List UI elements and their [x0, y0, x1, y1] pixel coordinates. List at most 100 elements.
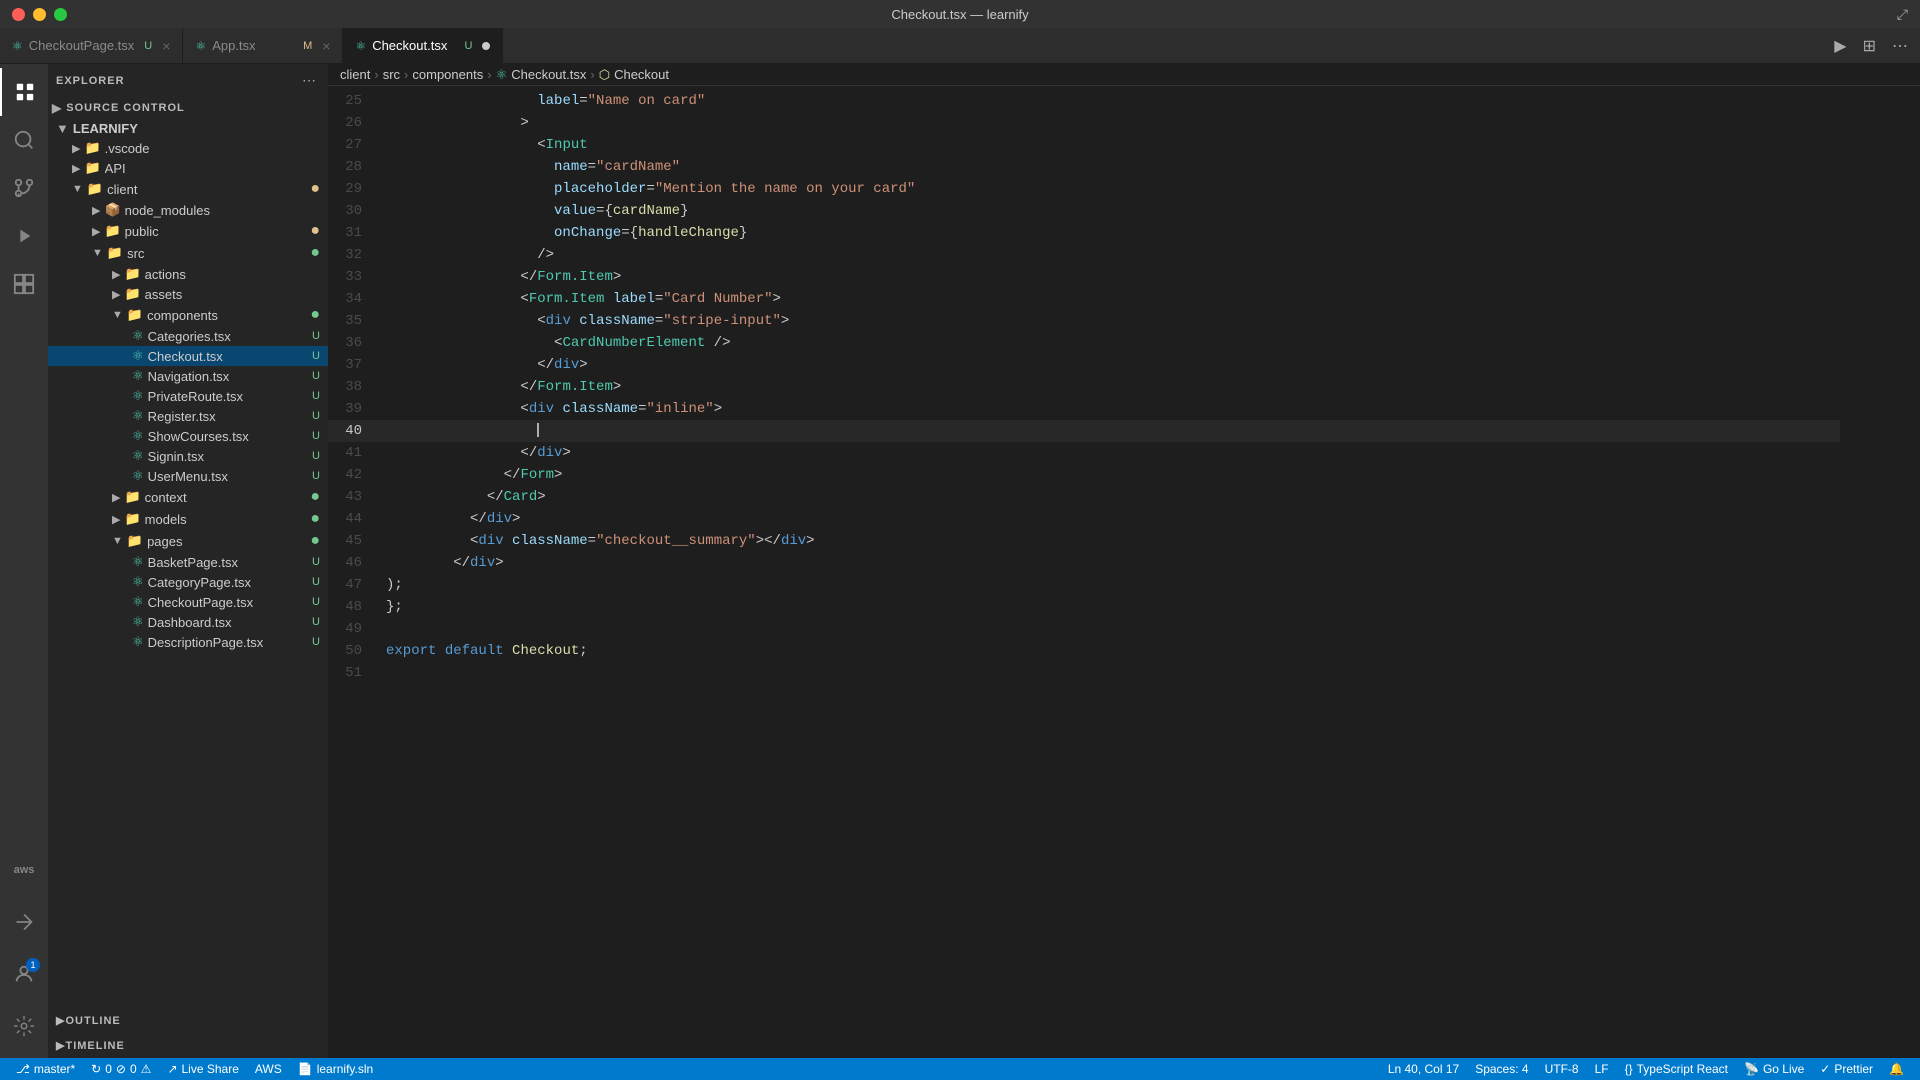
close-button[interactable] [12, 8, 25, 21]
status-notifications[interactable]: 🔔 [1881, 1058, 1912, 1080]
item-label: assets [145, 287, 328, 302]
account-badge: 1 [26, 958, 40, 972]
tree-item-api[interactable]: ▶ 📁 API [48, 158, 328, 178]
modified-dot: ● [310, 222, 328, 240]
activity-account[interactable]: 1 [0, 950, 48, 998]
warnings-count: 0 [130, 1062, 137, 1076]
tree-item-client[interactable]: ▼ 📁 client ● [48, 178, 328, 200]
window-title: Checkout.tsx — learnify [891, 7, 1028, 22]
tree-item-components[interactable]: ▼ 📁 components ● [48, 304, 328, 326]
activity-source-control[interactable] [0, 164, 48, 212]
item-label: Signin.tsx [148, 449, 312, 464]
breadcrumb-part-filename[interactable]: Checkout.tsx [511, 67, 586, 82]
status-prettier[interactable]: ✓ Prettier [1812, 1058, 1881, 1080]
tree-item-context[interactable]: ▶ 📁 context ● [48, 486, 328, 508]
split-editor-button[interactable]: ⊞ [1863, 36, 1876, 56]
status-language[interactable]: {} TypeScript React [1617, 1058, 1736, 1080]
modified-dot: ● [310, 180, 328, 198]
activity-extensions[interactable] [0, 260, 48, 308]
activity-search[interactable] [0, 116, 48, 164]
code-line-25: 25 label="Name on card" [328, 90, 1840, 112]
tab-app[interactable]: ⚛ App.tsx M × [183, 28, 343, 63]
code-editor[interactable]: 25 label="Name on card" 26 > 27 [328, 86, 1840, 1058]
status-branch[interactable]: ⎇ master* [8, 1058, 83, 1080]
tree-item-privateroute[interactable]: ⚛ PrivateRoute.tsx U [48, 386, 328, 406]
activity-run[interactable] [0, 212, 48, 260]
tree-item-descriptionpage[interactable]: ⚛ DescriptionPage.tsx U [48, 632, 328, 652]
expand-icon: ⤢ [1897, 6, 1908, 22]
close-icon[interactable]: × [162, 38, 170, 54]
activity-remote[interactable] [0, 898, 48, 946]
run-button[interactable]: ▶ [1834, 36, 1846, 56]
tree-item-vscode[interactable]: ▶ 📁 .vscode [48, 138, 328, 158]
tree-item-public[interactable]: ▶ 📁 public ● [48, 220, 328, 242]
tree-item-checkoutpage[interactable]: ⚛ CheckoutPage.tsx U [48, 592, 328, 612]
maximize-button[interactable] [54, 8, 67, 21]
tree-item-assets[interactable]: ▶ 📁 assets [48, 284, 328, 304]
tree-item-basketpage[interactable]: ⚛ BasketPage.tsx U [48, 552, 328, 572]
chevron-right-icon: ▶ [92, 204, 100, 217]
code-line-40[interactable]: 40 [328, 420, 1840, 442]
encoding: UTF-8 [1545, 1062, 1579, 1076]
tree-item-usermenu[interactable]: ⚛ UserMenu.tsx U [48, 466, 328, 486]
status-spaces[interactable]: Spaces: 4 [1467, 1058, 1536, 1080]
chevron-right-icon: ▶ [52, 101, 62, 115]
status-position[interactable]: Ln 40, Col 17 [1380, 1058, 1467, 1080]
tree-item-actions[interactable]: ▶ 📁 actions [48, 264, 328, 284]
breadcrumb-part-src[interactable]: src [383, 67, 400, 82]
line-content: <Input [378, 134, 1840, 156]
line-content: <div className="checkout__summary"></div… [378, 530, 1840, 552]
file-icon: 📄 [298, 1062, 313, 1076]
tree-item-categorypage[interactable]: ⚛ CategoryPage.tsx U [48, 572, 328, 592]
status-aws[interactable]: AWS [247, 1058, 290, 1080]
activity-aws[interactable]: aws [0, 846, 48, 894]
status-go-live[interactable]: 📡 Go Live [1736, 1058, 1812, 1080]
titlebar-right: ⤢ [1897, 6, 1908, 23]
activity-settings[interactable] [0, 1002, 48, 1050]
tree-item-pages[interactable]: ▼ 📁 pages ● [48, 530, 328, 552]
status-filename[interactable]: 📄 learnify.sln [290, 1058, 381, 1080]
breadcrumb-part-client[interactable]: client [340, 67, 370, 82]
activity-explorer[interactable] [0, 68, 48, 116]
tree-item-models[interactable]: ▶ 📁 models ● [48, 508, 328, 530]
status-sync[interactable]: ↻ 0 ⊘ 0 ⚠ [83, 1058, 159, 1080]
outline-header[interactable]: ▶ OUTLINE [48, 1008, 328, 1033]
folder-icon: 📦 [104, 202, 120, 218]
timeline-header[interactable]: ▶ TIMELINE [48, 1033, 328, 1058]
status-encoding[interactable]: UTF-8 [1537, 1058, 1587, 1080]
line-content: </Form> [378, 464, 1840, 486]
explorer-header[interactable]: EXPLORER ⋯ [48, 64, 328, 93]
app-container: ⚛ CheckoutPage.tsx U × ⚛ App.tsx M × ⚛ C… [0, 28, 1920, 1080]
tree-item-navigation[interactable]: ⚛ Navigation.tsx U [48, 366, 328, 386]
source-control-header[interactable]: ▶ SOURCE CONTROL [48, 93, 328, 119]
more-actions-button[interactable]: ⋯ [1892, 36, 1908, 56]
minimize-button[interactable] [33, 8, 46, 21]
line-content: export default Checkout; [378, 640, 1840, 662]
close-icon[interactable]: × [322, 38, 330, 54]
status-line-ending[interactable]: LF [1587, 1058, 1617, 1080]
window-controls [12, 8, 67, 21]
tree-item-node-modules[interactable]: ▶ 📦 node_modules [48, 200, 328, 220]
tree-item-src[interactable]: ▼ 📁 src ● [48, 242, 328, 264]
status-live-share[interactable]: ↗ Live Share [159, 1058, 246, 1080]
item-label: Dashboard.tsx [148, 615, 312, 630]
root-label: LEARNIFY [73, 121, 328, 136]
folder-icon: 📁 [87, 181, 103, 197]
tree-item-signin[interactable]: ⚛ Signin.tsx U [48, 446, 328, 466]
tree-item-showcourses[interactable]: ⚛ ShowCourses.tsx U [48, 426, 328, 446]
warning-icon: ⚠ [141, 1062, 152, 1076]
code-line-50: 50 export default Checkout; [328, 640, 1840, 662]
tree-root[interactable]: ▼ LEARNIFY [48, 119, 328, 138]
tab-checkoutpage[interactable]: ⚛ CheckoutPage.tsx U × [0, 28, 183, 63]
line-content: <div className="stripe-input"> [378, 310, 1840, 332]
breadcrumb-part-components[interactable]: components [412, 67, 483, 82]
tree-item-categories[interactable]: ⚛ Categories.tsx U [48, 326, 328, 346]
new-file-button[interactable]: ⋯ [302, 72, 316, 89]
breadcrumb-part-symbol[interactable]: Checkout [614, 67, 669, 82]
tree-item-register[interactable]: ⚛ Register.tsx U [48, 406, 328, 426]
tree-item-checkout-tsx[interactable]: ⚛ Checkout.tsx U [48, 346, 328, 366]
tab-checkout[interactable]: ⚛ Checkout.tsx U [343, 28, 503, 63]
line-number: 33 [328, 266, 378, 288]
file-icon: ⚛ [132, 388, 144, 404]
tree-item-dashboard[interactable]: ⚛ Dashboard.tsx U [48, 612, 328, 632]
